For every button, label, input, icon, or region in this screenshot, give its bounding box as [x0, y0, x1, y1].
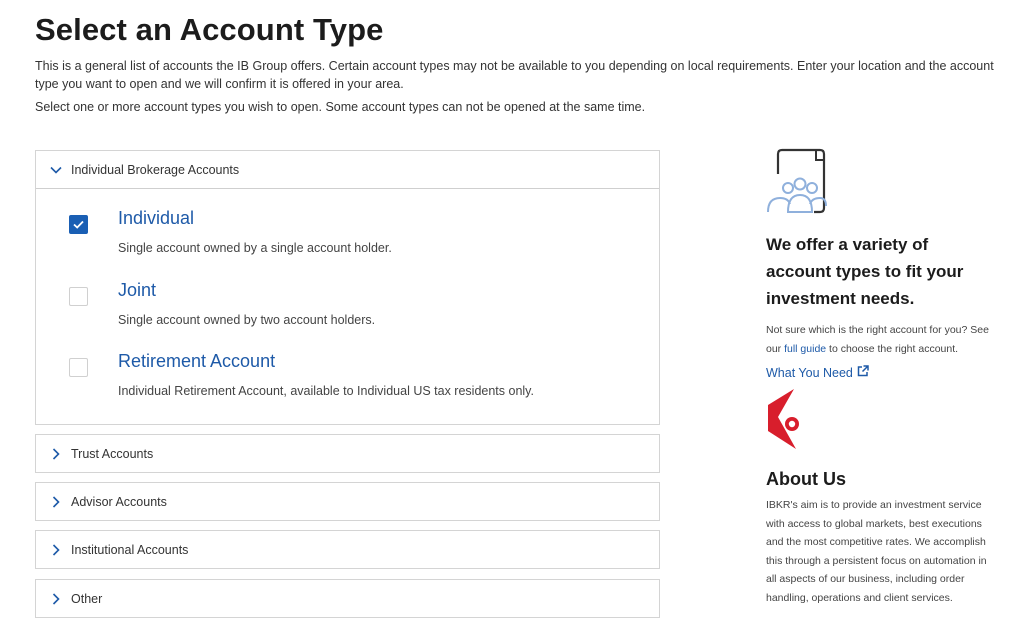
option-title-individual[interactable]: Individual — [118, 208, 194, 229]
panel-label: Trust Accounts — [71, 447, 154, 461]
instruction-text: Select one or more account types you wis… — [35, 100, 646, 114]
panel-header-other[interactable]: Other — [36, 580, 659, 618]
chevron-right-icon — [49, 543, 63, 557]
panel-header-individual-brokerage[interactable]: Individual Brokerage Accounts — [36, 151, 659, 189]
what-you-need-label: What You Need — [766, 365, 853, 380]
joint-checkbox[interactable] — [69, 287, 88, 306]
chevron-right-icon — [49, 495, 63, 509]
page-title: Select an Account Type — [35, 12, 384, 47]
full-guide-link[interactable]: full guide — [784, 343, 826, 355]
panel-label: Individual Brokerage Accounts — [71, 162, 240, 177]
option-desc-retirement: Individual Retirement Account, available… — [118, 384, 534, 398]
panel-individual-brokerage: Individual Brokerage Accounts Individual… — [35, 150, 660, 425]
what-you-need-link[interactable]: What You Need — [766, 365, 996, 380]
option-title-joint[interactable]: Joint — [118, 280, 156, 301]
about-us-text: IBKR's aim is to provide an investment s… — [766, 499, 987, 604]
panel-label: Other — [71, 592, 103, 606]
users-document-icon — [766, 148, 830, 216]
external-link-icon — [857, 365, 869, 380]
chevron-right-icon — [49, 592, 63, 606]
checkmark-icon — [73, 220, 84, 229]
individual-checkbox[interactable] — [69, 215, 88, 234]
panel-header-institutional[interactable]: Institutional Accounts — [36, 531, 659, 569]
sidebar-heading: We offer a variety of account types to f… — [766, 235, 964, 308]
panel-label: Advisor Accounts — [71, 495, 167, 509]
about-us-heading: About Us — [766, 469, 846, 489]
retirement-checkbox[interactable] — [69, 358, 88, 377]
chevron-down-icon — [49, 163, 63, 177]
panel-institutional: Institutional Accounts — [35, 530, 660, 569]
panel-other: Other — [35, 579, 660, 618]
ibkr-logo-icon — [766, 387, 806, 451]
sidebar-guide-text: Not sure which is the right account for … — [766, 321, 991, 358]
panel-header-trust[interactable]: Trust Accounts — [36, 435, 659, 473]
option-desc-joint: Single account owned by two account hold… — [118, 313, 376, 327]
panel-trust: Trust Accounts — [35, 434, 660, 473]
panel-header-advisor[interactable]: Advisor Accounts — [36, 483, 659, 521]
intro-text: This is a general list of accounts the I… — [35, 59, 994, 91]
guide-text-after: to choose the right account. — [826, 342, 959, 355]
chevron-right-icon — [49, 447, 63, 461]
panel-advisor: Advisor Accounts — [35, 482, 660, 521]
option-title-retirement[interactable]: Retirement Account — [118, 351, 275, 372]
option-desc-individual: Single account owned by a single account… — [118, 241, 392, 255]
sidebar: We offer a variety of account types to f… — [766, 148, 996, 607]
panel-label: Institutional Accounts — [71, 543, 189, 557]
